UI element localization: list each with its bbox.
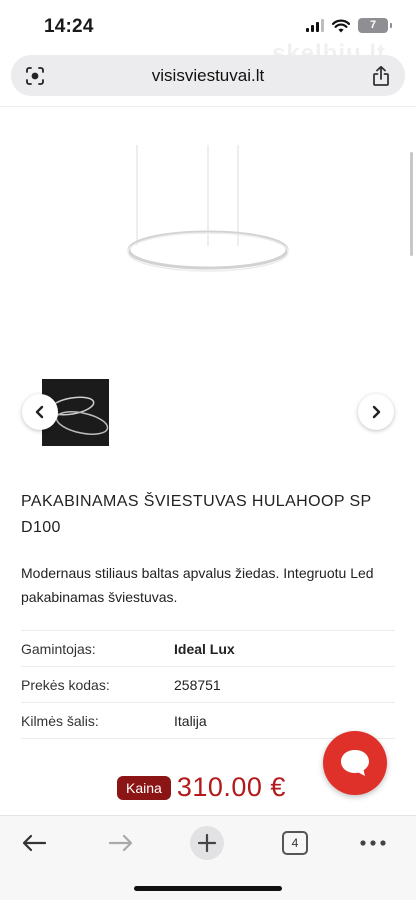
carousel-prev-button[interactable]	[22, 394, 58, 430]
chat-bubble-icon	[341, 750, 369, 776]
home-indicator[interactable]	[134, 886, 282, 891]
price-badge: Kaina	[117, 775, 171, 800]
product-title: PAKABINAMAS ŠVIESTUVAS HULAHOOP SP D100	[21, 493, 372, 536]
status-icons: 7	[306, 18, 392, 33]
status-time: 14:24	[44, 16, 94, 37]
forward-arrow-icon	[108, 834, 133, 852]
back-button[interactable]	[20, 828, 48, 858]
scrollbar[interactable]	[410, 152, 413, 256]
product-image	[127, 145, 289, 272]
plus-icon	[197, 833, 217, 853]
browser-toolbar: 4	[0, 815, 416, 900]
more-icon	[360, 840, 386, 846]
new-tab-button[interactable]	[190, 826, 224, 860]
specs-table: Gamintojas: Ideal Lux Prekės kodas: 2587…	[21, 630, 395, 739]
chevron-left-icon	[35, 405, 44, 419]
spec-label: Kilmės šalis:	[21, 712, 99, 729]
tabs-button[interactable]: 4	[282, 831, 308, 855]
spec-row-manufacturer: Gamintojas: Ideal Lux	[21, 631, 395, 667]
more-menu-button[interactable]	[358, 828, 388, 858]
url-text[interactable]: visisviestuvai.lt	[11, 66, 405, 86]
forward-button[interactable]	[107, 828, 135, 858]
share-icon[interactable]	[371, 65, 391, 87]
price-value: 310.00 €	[176, 772, 286, 802]
spec-value: Italija	[174, 712, 207, 729]
carousel-next-button[interactable]	[358, 394, 394, 430]
spec-value: 258751	[174, 676, 221, 693]
address-bar[interactable]: visisviestuvai.lt	[11, 55, 405, 96]
product-description: Modernaus stiliaus baltas apvalus žiedas…	[21, 565, 374, 605]
spec-row-origin-country: Kilmės šalis: Italija	[21, 703, 395, 739]
spec-label: Gamintojas:	[21, 640, 96, 657]
spec-row-product-code: Prekės kodas: 258751	[21, 667, 395, 703]
back-arrow-icon	[22, 834, 47, 852]
chat-button[interactable]	[323, 731, 387, 795]
wifi-icon	[332, 19, 350, 32]
spec-value: Ideal Lux	[174, 640, 235, 657]
top-divider	[0, 106, 416, 107]
chevron-right-icon	[372, 405, 381, 419]
spec-label: Prekės kodas:	[21, 676, 110, 693]
battery-icon: 7	[358, 18, 392, 33]
price-row: Kaina 310.00 €	[117, 772, 286, 803]
cellular-signal-icon	[306, 19, 324, 32]
